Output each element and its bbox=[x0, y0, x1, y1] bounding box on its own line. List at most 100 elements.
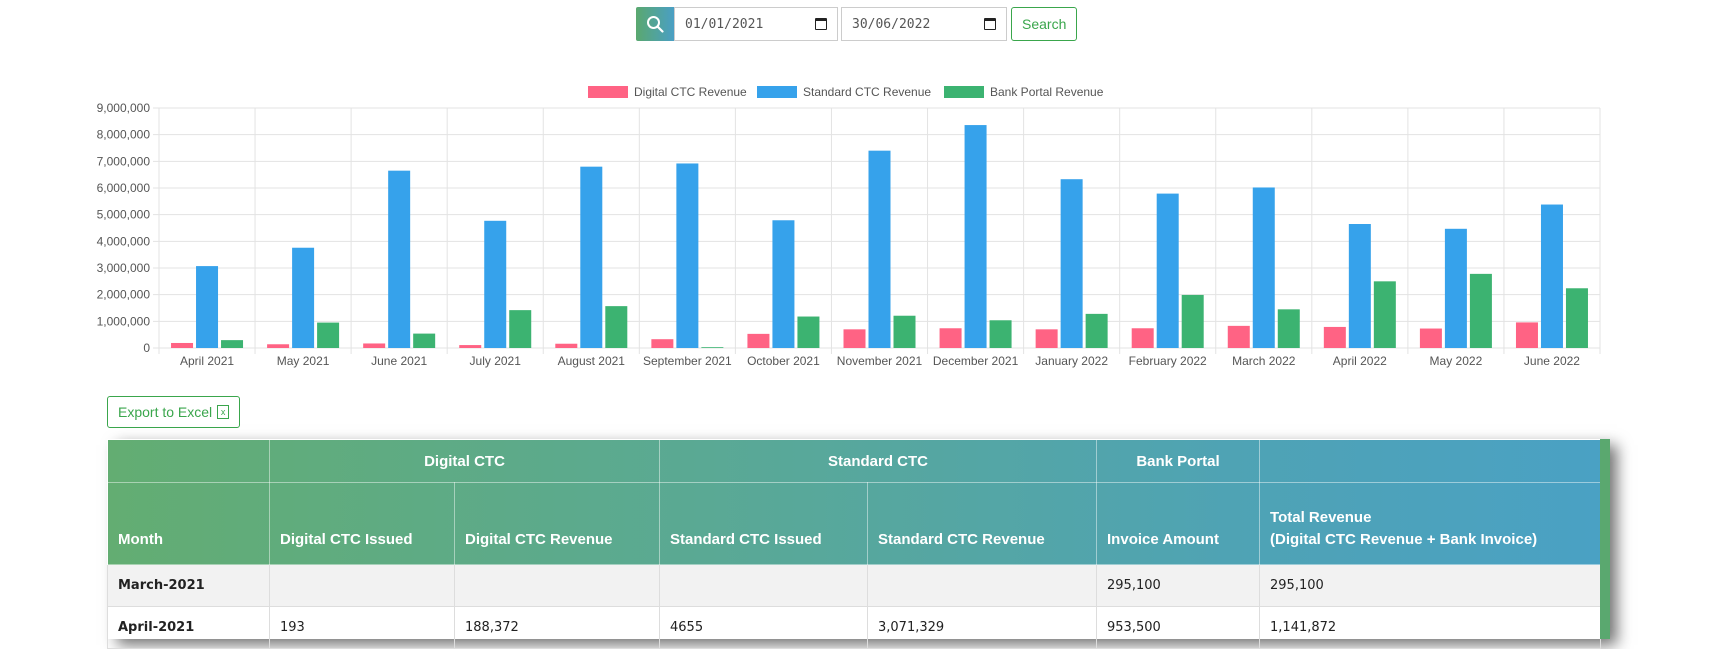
bar-standard-ctc-revenue bbox=[1444, 228, 1467, 348]
bar-digital-ctc-revenue bbox=[1131, 328, 1154, 348]
bar-digital-ctc-revenue bbox=[171, 342, 194, 348]
x-tick-label: June 2021 bbox=[371, 354, 427, 368]
cell-digital-revenue: 188,372 bbox=[454, 606, 660, 649]
table-row: March-2021 295,100 295,100 bbox=[107, 564, 1602, 607]
x-tick-label: November 2021 bbox=[837, 354, 923, 368]
bar-digital-ctc-revenue bbox=[747, 333, 770, 348]
column-header-standard-revenue: Standard CTC Revenue bbox=[866, 482, 1098, 565]
cell-month: April-2021 bbox=[107, 606, 270, 649]
end-date-input[interactable]: 30/06/2022 bbox=[841, 7, 1007, 41]
bar-bank-portal-revenue bbox=[1277, 309, 1300, 348]
end-date-value: 30/06/2022 bbox=[852, 16, 931, 32]
bar-bank-portal-revenue bbox=[1373, 281, 1396, 348]
bar-bank-portal-revenue bbox=[1181, 294, 1204, 348]
legend-swatch bbox=[944, 86, 984, 98]
y-tick-label: 3,000,000 bbox=[97, 261, 151, 275]
bar-bank-portal-revenue bbox=[317, 322, 340, 348]
revenue-table: Digital CTC Standard CTC Bank Portal Mon… bbox=[107, 439, 1602, 649]
column-header-invoice-amount: Invoice Amount bbox=[1096, 482, 1261, 565]
legend-label: Bank Portal Revenue bbox=[990, 85, 1104, 99]
bar-standard-ctc-revenue bbox=[580, 166, 603, 348]
cell-standard-revenue bbox=[866, 564, 1098, 607]
search-icon[interactable] bbox=[636, 7, 674, 41]
y-tick-label: 0 bbox=[143, 341, 150, 355]
cell-total-revenue: 1,141,872 bbox=[1259, 606, 1602, 649]
export-label: Export to Excel bbox=[118, 404, 213, 420]
bar-bank-portal-revenue bbox=[1085, 313, 1108, 348]
bar-digital-ctc-revenue bbox=[267, 344, 290, 348]
x-tick-label: September 2021 bbox=[643, 354, 732, 368]
bar-digital-ctc-revenue bbox=[555, 343, 578, 348]
bar-digital-ctc-revenue bbox=[1419, 328, 1442, 348]
revenue-bar-chart: 0 1,000,000 2,000,000 3,000,000 4,000,000 5,0… bbox=[97, 85, 1601, 368]
bar-digital-ctc-revenue bbox=[363, 343, 386, 348]
bar-digital-ctc-revenue bbox=[1035, 329, 1058, 348]
y-tick-label: 6,000,000 bbox=[97, 181, 151, 195]
group-header-row: Digital CTC Standard CTC Bank Portal bbox=[107, 439, 1602, 483]
column-header-total-revenue: Total Revenue (Digital CTC Revenue + Ban… bbox=[1259, 482, 1602, 565]
bar-bank-portal-revenue bbox=[605, 306, 628, 348]
cell-digital-revenue bbox=[454, 564, 660, 607]
y-tick-label: 2,000,000 bbox=[97, 288, 151, 302]
bar-bank-portal-revenue bbox=[797, 316, 820, 348]
bar-bank-portal-revenue bbox=[1469, 273, 1492, 348]
group-header-digital-ctc: Digital CTC bbox=[269, 439, 660, 483]
legend-swatch bbox=[757, 86, 797, 98]
bar-bank-portal-revenue bbox=[221, 340, 244, 348]
y-tick-label: 9,000,000 bbox=[97, 101, 151, 115]
x-tick-label: August 2021 bbox=[558, 354, 626, 368]
column-header-standard-issued: Standard CTC Issued bbox=[659, 482, 868, 565]
x-tick-label: March 2022 bbox=[1232, 354, 1296, 368]
bar-bank-portal-revenue bbox=[701, 347, 724, 348]
x-tick-label: July 2021 bbox=[470, 354, 522, 368]
column-header-digital-issued: Digital CTC Issued bbox=[269, 482, 455, 565]
x-tick-label: April 2022 bbox=[1333, 354, 1387, 368]
bar-digital-ctc-revenue bbox=[1515, 322, 1538, 348]
calendar-icon[interactable] bbox=[984, 18, 996, 30]
total-revenue-title: Total Revenue bbox=[1270, 509, 1372, 526]
bar-standard-ctc-revenue bbox=[1252, 187, 1275, 348]
legend-swatch bbox=[588, 86, 628, 98]
cell-total-revenue: 295,100 bbox=[1259, 564, 1602, 607]
bar-standard-ctc-revenue bbox=[388, 170, 411, 348]
bar-standard-ctc-revenue bbox=[1540, 204, 1563, 348]
start-date-value: 01/01/2021 bbox=[685, 16, 764, 32]
bar-digital-ctc-revenue bbox=[843, 329, 866, 348]
column-header-row: Month Digital CTC Issued Digital CTC Rev… bbox=[107, 482, 1602, 565]
bar-digital-ctc-revenue bbox=[1323, 326, 1346, 348]
y-tick-label: 1,000,000 bbox=[97, 314, 151, 328]
legend-label: Standard CTC Revenue bbox=[803, 85, 931, 99]
excel-icon: x bbox=[217, 405, 230, 419]
y-tick-label: 5,000,000 bbox=[97, 208, 151, 222]
x-tick-label: April 2021 bbox=[180, 354, 234, 368]
cell-invoice-amount: 953,500 bbox=[1096, 606, 1261, 649]
bar-bank-portal-revenue bbox=[893, 315, 916, 348]
table-row: April-2021 193 188,372 4655 3,071,329 95… bbox=[107, 606, 1602, 649]
x-tick-label: May 2022 bbox=[1430, 354, 1483, 368]
x-tick-label: December 2021 bbox=[933, 354, 1019, 368]
revenue-table-container: Digital CTC Standard CTC Bank Portal Mon… bbox=[107, 439, 1607, 649]
bar-standard-ctc-revenue bbox=[1060, 179, 1083, 348]
date-search-bar: 01/01/2021 30/06/2022 Search bbox=[636, 7, 1078, 41]
column-header-digital-revenue: Digital CTC Revenue bbox=[454, 482, 660, 565]
bar-standard-ctc-revenue bbox=[772, 220, 795, 348]
y-tick-label: 4,000,000 bbox=[97, 234, 151, 248]
search-button[interactable]: Search bbox=[1011, 7, 1078, 41]
x-tick-label: June 2022 bbox=[1524, 354, 1580, 368]
group-header-empty bbox=[107, 439, 270, 483]
calendar-icon[interactable] bbox=[815, 18, 827, 30]
cell-month: March-2021 bbox=[107, 564, 270, 607]
bar-bank-portal-revenue bbox=[413, 333, 436, 348]
export-to-excel-button[interactable]: Export to Excel x bbox=[107, 396, 241, 428]
cell-digital-issued: 193 bbox=[269, 606, 455, 649]
y-tick-label: 8,000,000 bbox=[97, 128, 151, 142]
bar-bank-portal-revenue bbox=[1565, 288, 1588, 348]
table-edge-accent bbox=[1600, 439, 1610, 639]
x-tick-label: May 2021 bbox=[277, 354, 330, 368]
start-date-input[interactable]: 01/01/2021 bbox=[674, 7, 838, 41]
bar-standard-ctc-revenue bbox=[1348, 224, 1371, 348]
y-tick-label: 7,000,000 bbox=[97, 154, 151, 168]
bar-digital-ctc-revenue bbox=[651, 339, 674, 348]
total-revenue-subtitle: (Digital CTC Revenue + Bank Invoice) bbox=[1270, 531, 1538, 548]
cell-standard-issued: 4655 bbox=[659, 606, 868, 649]
